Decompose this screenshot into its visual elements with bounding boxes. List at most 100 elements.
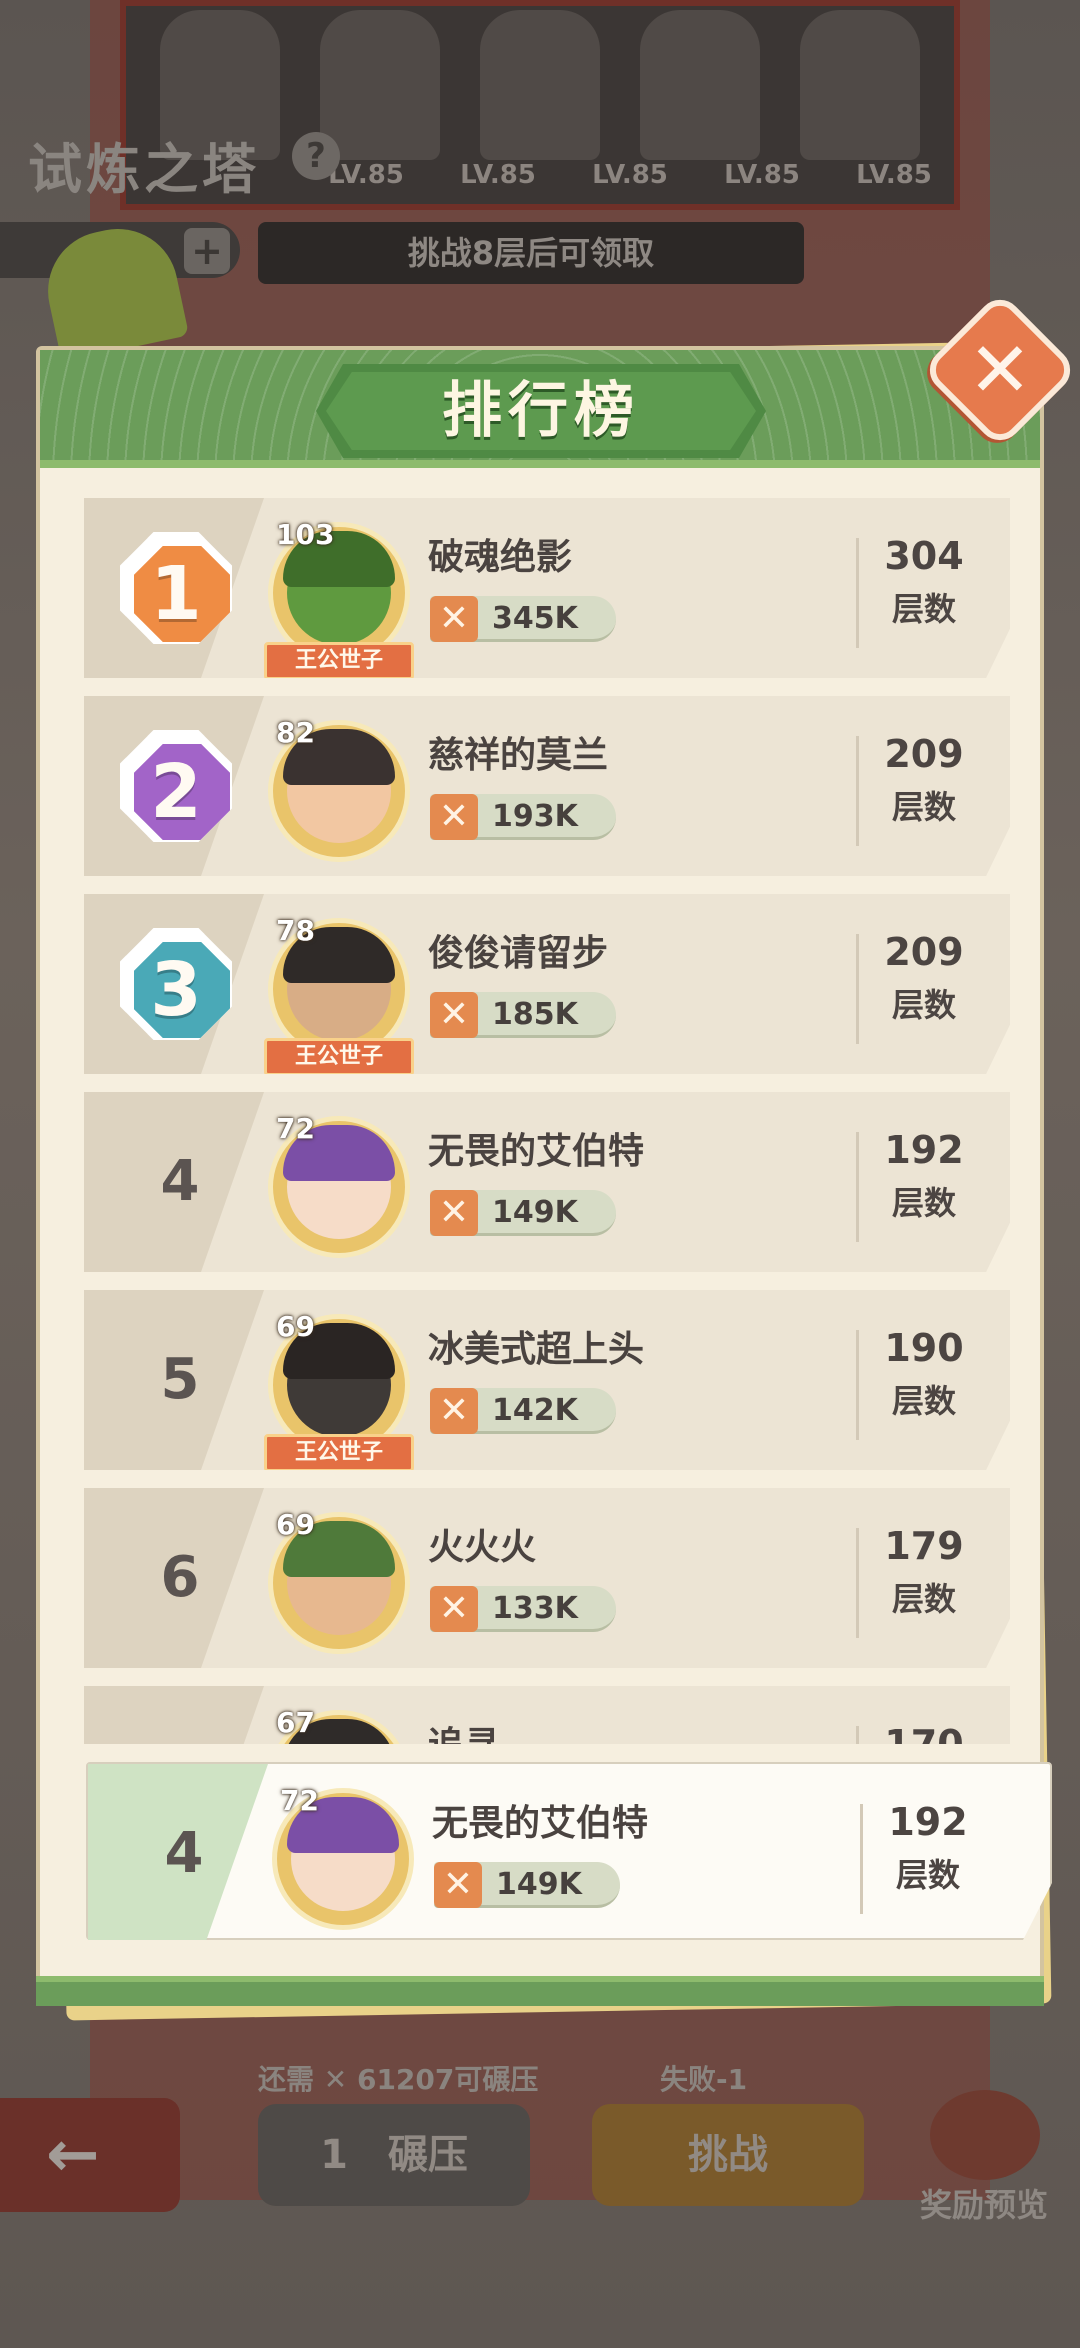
hero-levels: LV.85 LV.85 LV.85 LV.85 LV.85 — [300, 160, 960, 190]
rank-number: 7 — [120, 1686, 240, 1744]
crossed-swords-icon: ✕ — [430, 1586, 478, 1632]
floor-count: 304 — [884, 534, 964, 578]
rank-row[interactable]: 767追寻✕170层数 — [84, 1686, 1010, 1744]
hero-level: LV.85 — [328, 160, 404, 190]
hero-portrait — [320, 10, 440, 160]
row-divider — [856, 736, 859, 846]
combat-power-bar: ✕ 185K — [430, 992, 616, 1038]
modal-title: 排行榜 — [442, 376, 640, 446]
combat-power-bar: ✕ 149K — [430, 1190, 616, 1236]
floor-label: 层数 — [891, 1184, 956, 1222]
crush-button[interactable]: 1 碾压 — [258, 2104, 530, 2206]
floor-count: 192 — [888, 1800, 968, 1844]
rank-row[interactable]: 2 82 慈祥的莫兰 ✕ 193K 209 层数 — [84, 696, 1010, 876]
hero-level: LV.85 — [460, 160, 536, 190]
rank-row[interactable]: 1 103 王公世子 破魂绝影 ✕ 345K 304 层数 — [84, 498, 1010, 678]
floor-label: 层数 — [891, 1382, 956, 1420]
rank-number: 4 — [160, 1149, 200, 1214]
unlock-banner: 挑战8层后可领取 — [258, 222, 804, 284]
noble-title-badge: 王公世子 — [264, 1434, 414, 1470]
help-icon[interactable]: ? — [292, 132, 340, 180]
row-divider — [856, 1726, 859, 1744]
reward-bag-icon[interactable] — [930, 2090, 1040, 2180]
player-level: 67 — [276, 1706, 315, 1739]
floor-count: 209 — [884, 732, 964, 776]
combat-power-value: 185K — [492, 997, 578, 1032]
player-name: 无畏的艾伯特 — [432, 1803, 649, 1844]
player-name: 追寻 — [428, 1716, 500, 1744]
hero-portrait — [640, 10, 760, 160]
my-rank-row[interactable]: 4 72 无畏的艾伯特 ✕ 149K 192 层数 — [86, 1762, 1052, 1940]
player-name: 破魂绝影 — [428, 537, 573, 578]
combat-power-bar: ✕ 142K — [430, 1388, 616, 1434]
rank-row[interactable]: 6 69 火火火 ✕ 133K 179 层数 — [84, 1488, 1010, 1668]
rank-row[interactable]: 5 69 王公世子 冰美式超上头 ✕ 142K 190 层数 — [84, 1290, 1010, 1470]
floor-label: 层数 — [891, 986, 956, 1024]
crossed-swords-icon: ✕ — [430, 794, 478, 840]
floor-label: 层数 — [891, 788, 956, 826]
crossed-swords-icon: ✕ — [430, 596, 478, 642]
fail-count-text: 失败-1 — [660, 2063, 748, 2096]
floor-label: 层数 — [891, 1580, 956, 1618]
challenge-button[interactable]: 挑战 — [592, 2104, 864, 2206]
combat-power-value: 193K — [492, 799, 578, 834]
leaderboard-scroll[interactable]: 1 103 王公世子 破魂绝影 ✕ 345K 304 层数 2 82 慈祥的莫兰 ✕ 193K 209 层数… — [50, 480, 1010, 1744]
crossed-swords-icon: ✕ — [434, 1862, 482, 1908]
floor-count: 179 — [884, 1524, 964, 1568]
noble-title-badge: 王公世子 — [264, 1038, 414, 1074]
combat-power-bar: ✕ 133K — [430, 1586, 616, 1632]
combat-power-bar: ✕ 149K — [434, 1862, 620, 1908]
player-level: 69 — [276, 1310, 315, 1343]
combat-power-value: 345K — [492, 601, 578, 636]
player-level: 72 — [280, 1784, 319, 1817]
floor-count: 209 — [884, 930, 964, 974]
back-button[interactable]: ← — [0, 2098, 180, 2212]
add-currency-button[interactable]: + — [184, 228, 230, 274]
player-name: 冰美式超上头 — [428, 1329, 645, 1370]
close-icon[interactable]: ✕ — [944, 314, 1056, 426]
floor-label: 层数 — [891, 590, 956, 628]
rank-number: 5 — [160, 1347, 200, 1412]
floor-count: 192 — [884, 1128, 964, 1172]
row-divider — [856, 934, 859, 1044]
player-name: 无畏的艾伯特 — [428, 1131, 645, 1172]
hero-level: LV.85 — [724, 160, 800, 190]
modal-header: 排行榜 — [40, 350, 1040, 468]
rank-row[interactable]: 3 78 王公世子 俊俊请留步 ✕ 185K 209 层数 — [84, 894, 1010, 1074]
rank-number: 6 — [160, 1545, 200, 1610]
hero-level: LV.85 — [592, 160, 668, 190]
floor-count: 170 — [884, 1722, 964, 1744]
modal-footer — [36, 1976, 1044, 2006]
arrow-left-icon: ← — [46, 2118, 100, 2192]
hero-level: LV.85 — [856, 160, 932, 190]
row-divider — [856, 1330, 859, 1440]
combat-power-value: 149K — [496, 1867, 582, 1902]
page-title: 试炼之塔 — [28, 138, 260, 201]
floor-count: 190 — [884, 1326, 964, 1370]
player-name: 慈祥的莫兰 — [428, 735, 609, 776]
player-level: 72 — [276, 1112, 315, 1145]
hero-portrait — [800, 10, 920, 160]
crush-requirement-text: 还需 ✕ 61207可碾压 — [258, 2063, 539, 2096]
reward-preview-label[interactable]: 奖励预览 — [920, 2180, 1048, 2226]
floor-label: 层数 — [895, 1856, 960, 1894]
player-level: 69 — [276, 1508, 315, 1541]
rank-row[interactable]: 4 72 无畏的艾伯特 ✕ 149K 192 层数 — [84, 1092, 1010, 1272]
combat-power-bar: ✕ 345K — [430, 596, 616, 642]
combat-power-value: 149K — [492, 1195, 578, 1230]
crossed-swords-icon: ✕ — [430, 1190, 478, 1236]
leaderboard-list[interactable]: 1 103 王公世子 破魂绝影 ✕ 345K 304 层数 2 82 慈祥的莫兰 ✕ 193K 209 层数… — [50, 480, 1052, 1960]
combat-power-value: 142K — [492, 1393, 578, 1428]
crossed-swords-icon: ✕ — [430, 1388, 478, 1434]
player-name: 俊俊请留步 — [428, 933, 609, 974]
player-level: 82 — [276, 716, 315, 749]
noble-title-badge: 王公世子 — [264, 642, 414, 678]
player-level: 78 — [276, 914, 315, 947]
rank-number: 4 — [164, 1821, 204, 1886]
row-divider — [860, 1804, 863, 1914]
row-divider — [856, 1132, 859, 1242]
player-name: 火火火 — [428, 1527, 537, 1568]
hero-lineup — [140, 10, 940, 160]
title-ribbon: 排行榜 — [316, 364, 766, 458]
row-divider — [856, 538, 859, 648]
